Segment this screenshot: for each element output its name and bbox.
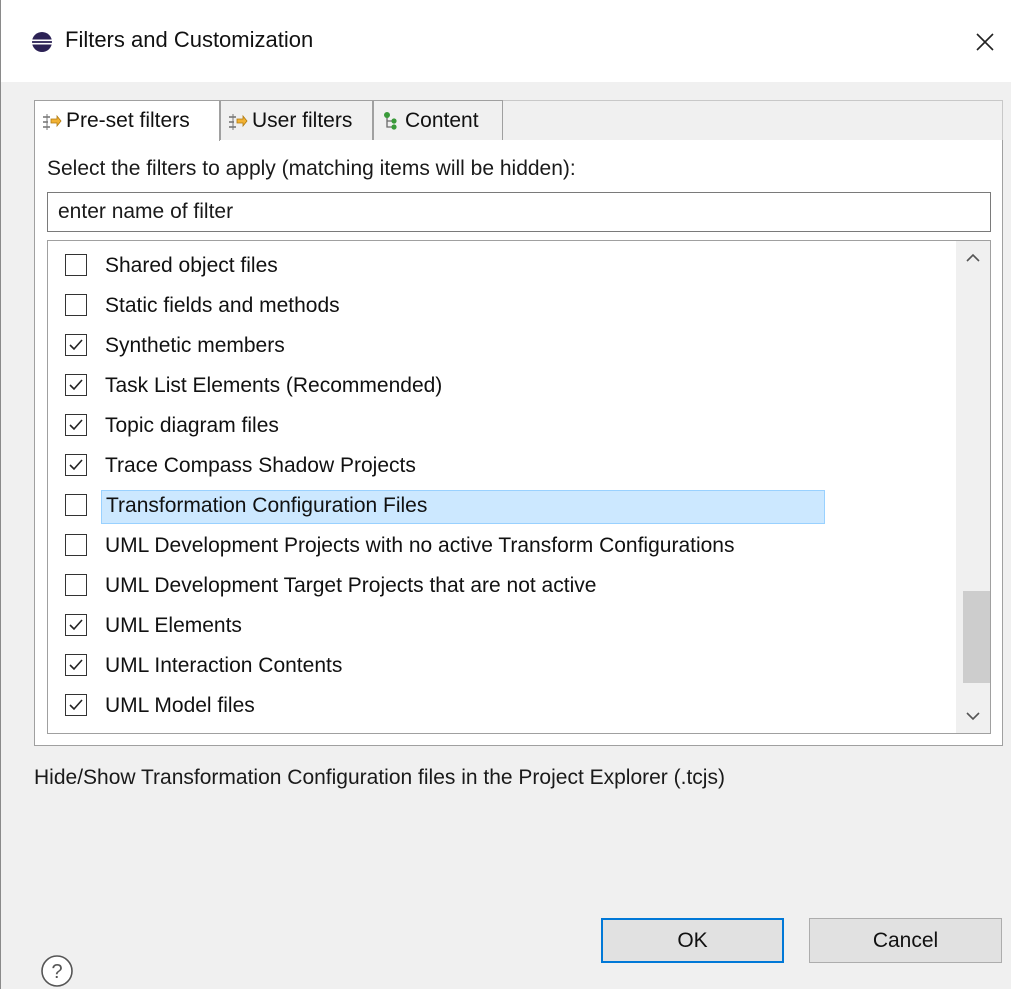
checkmark-icon: [69, 419, 83, 431]
chevron-up-icon: [966, 253, 980, 262]
filter-label[interactable]: UML Elements: [101, 611, 246, 643]
filter-row[interactable]: UML Model files: [48, 687, 958, 727]
help-icon[interactable]: ?: [39, 953, 75, 989]
checkmark-icon: [69, 659, 83, 671]
instructions-label: Select the filters to apply (matching it…: [47, 157, 576, 180]
filter-label[interactable]: Topic diagram files: [101, 411, 283, 443]
filter-label[interactable]: Shared object files: [101, 251, 282, 283]
filter-checkbox[interactable]: [65, 254, 87, 276]
scrollbar-thumb[interactable]: [963, 591, 990, 683]
ok-button[interactable]: OK: [601, 918, 784, 963]
pre-set-filters-panel: Select the filters to apply (matching it…: [34, 140, 1003, 746]
filters-dialog: Filters and Customization Pre-set filter…: [0, 0, 1011, 989]
close-button[interactable]: [963, 20, 1007, 64]
filter-checkbox[interactable]: [65, 494, 87, 516]
filter-row[interactable]: Static fields and methods: [48, 287, 958, 327]
filter-row[interactable]: UML Development Target Projects that are…: [48, 567, 958, 607]
filter-checkbox[interactable]: [65, 574, 87, 596]
filter-label[interactable]: UML Development Target Projects that are…: [101, 571, 600, 603]
filter-row[interactable]: Topic diagram files: [48, 407, 958, 447]
filter-row[interactable]: Shared object files: [48, 247, 958, 287]
filter-checkbox[interactable]: [65, 454, 87, 476]
filter-list: Shared object files Static fields and met…: [47, 240, 991, 734]
filter-row[interactable]: Trace Compass Shadow Projects: [48, 447, 958, 487]
content-tree-icon: [384, 111, 397, 130]
filter-label[interactable]: Trace Compass Shadow Projects: [101, 451, 420, 483]
filter-checkbox[interactable]: [65, 294, 87, 316]
filter-icon: [43, 114, 62, 130]
filter-row[interactable]: UML Interaction Contents: [48, 647, 958, 687]
filter-label[interactable]: UML Interaction Contents: [101, 651, 346, 683]
filter-checkbox[interactable]: [65, 614, 87, 636]
checkmark-icon: [69, 339, 83, 351]
filter-checkbox[interactable]: [65, 334, 87, 356]
vertical-scrollbar[interactable]: [956, 241, 990, 733]
filter-checkbox[interactable]: [65, 374, 87, 396]
checkmark-icon: [69, 379, 83, 391]
filter-label[interactable]: Synthetic members: [101, 331, 289, 363]
filter-label[interactable]: Task List Elements (Recommended): [101, 371, 446, 403]
filter-icon: [229, 113, 248, 130]
tab-pre-set-filters[interactable]: Pre-set filters: [34, 100, 220, 141]
svg-text:?: ?: [51, 961, 62, 983]
filter-name-input[interactable]: [47, 192, 991, 232]
tab-content[interactable]: Content: [373, 100, 503, 140]
filter-label[interactable]: UML Development Projects with no active …: [101, 531, 739, 563]
close-icon: [976, 33, 994, 51]
scroll-up-button[interactable]: [956, 241, 990, 275]
tab-label: Content: [405, 108, 479, 132]
filter-row[interactable]: UML Development Projects with no active …: [48, 527, 958, 567]
chevron-down-icon: [966, 712, 980, 721]
filter-label[interactable]: Static fields and methods: [101, 291, 344, 323]
filter-row[interactable]: Transformation Configuration Files: [48, 487, 958, 527]
eclipse-icon: [32, 32, 52, 52]
checkmark-icon: [69, 459, 83, 471]
filter-checkbox[interactable]: [65, 534, 87, 556]
title-bar[interactable]: Filters and Customization: [1, 0, 1011, 82]
filter-checkbox[interactable]: [65, 414, 87, 436]
filter-row[interactable]: Synthetic members: [48, 327, 958, 367]
scroll-down-button[interactable]: [956, 699, 990, 733]
tab-user-filters[interactable]: User filters: [220, 100, 373, 140]
filter-checkbox[interactable]: [65, 694, 87, 716]
checkmark-icon: [69, 699, 83, 711]
cancel-button[interactable]: Cancel: [809, 918, 1002, 963]
filter-checkbox[interactable]: [65, 654, 87, 676]
filter-description: Hide/Show Transformation Configuration f…: [34, 766, 725, 789]
filter-row[interactable]: UML Elements: [48, 607, 958, 647]
tab-label: User filters: [252, 108, 353, 132]
window-title: Filters and Customization: [65, 27, 314, 52]
tab-label: Pre-set filters: [66, 109, 190, 132]
filter-row[interactable]: Task List Elements (Recommended): [48, 367, 958, 407]
checkmark-icon: [69, 619, 83, 631]
tab-strip-background: [502, 100, 1003, 140]
filter-label[interactable]: Transformation Configuration Files: [101, 490, 825, 524]
filter-label[interactable]: UML Model files: [101, 691, 259, 723]
tab-folder: Pre-set filters User filters Content Sel…: [34, 100, 1003, 746]
